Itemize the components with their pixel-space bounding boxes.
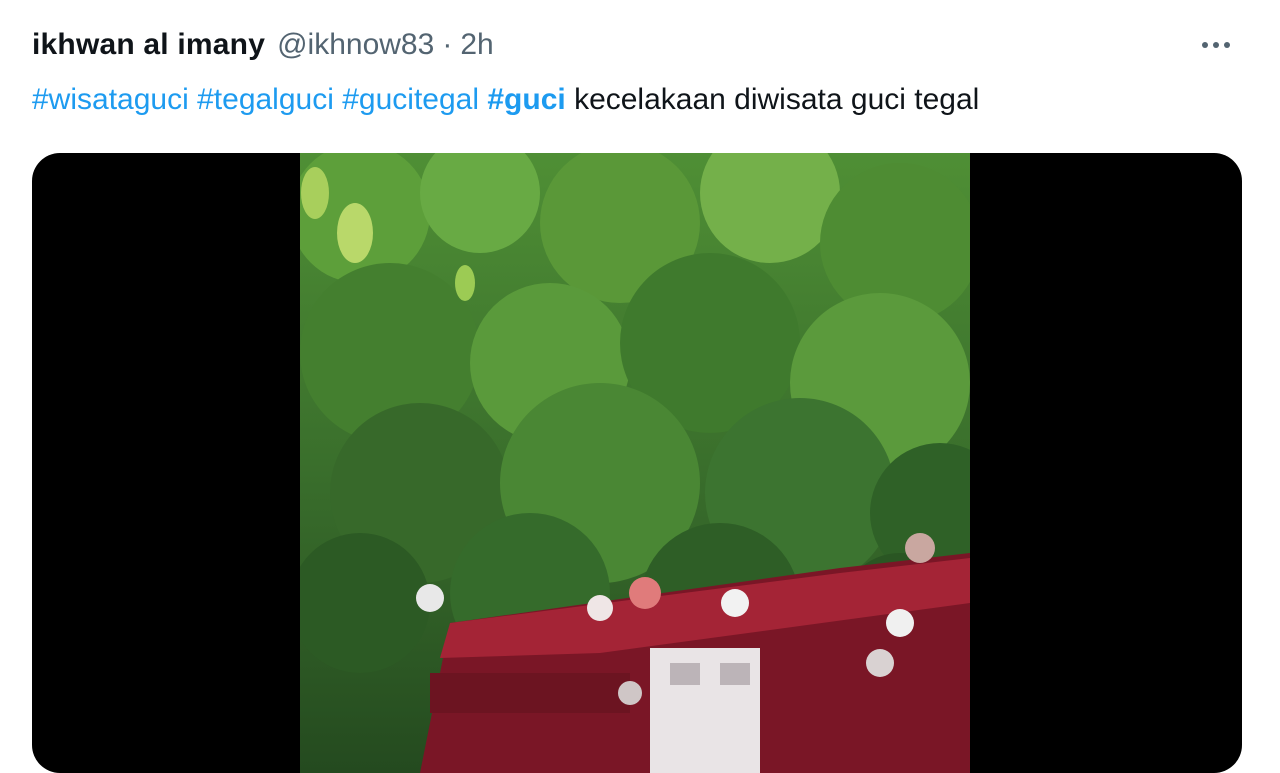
tweet-text: #wisataguci #tegalguci #gucitegal #guci … bbox=[32, 78, 1248, 122]
hashtag-wisataguci[interactable]: #wisataguci bbox=[32, 83, 189, 116]
hashtag-guci[interactable]: #guci bbox=[487, 83, 565, 116]
tweet-media-video[interactable] bbox=[32, 153, 1242, 773]
author-handle[interactable]: @ikhnow83 bbox=[277, 28, 434, 62]
tweet-header: ikhwan al imany @ikhnow83 · 2h bbox=[32, 22, 1248, 68]
hashtag-gucitegal[interactable]: #gucitegal bbox=[342, 83, 479, 116]
author-name[interactable]: ikhwan al imany bbox=[32, 28, 265, 62]
more-options-icon[interactable] bbox=[1194, 28, 1238, 62]
accident-scene-image bbox=[300, 153, 970, 773]
separator-dot: · bbox=[442, 28, 453, 61]
tweet-timestamp[interactable]: 2h bbox=[460, 28, 493, 62]
video-frame[interactable] bbox=[300, 153, 970, 773]
hashtag-tegalguci[interactable]: #tegalguci bbox=[197, 83, 334, 116]
tweet-body-text: kecelakaan diwisata guci tegal bbox=[574, 83, 980, 116]
